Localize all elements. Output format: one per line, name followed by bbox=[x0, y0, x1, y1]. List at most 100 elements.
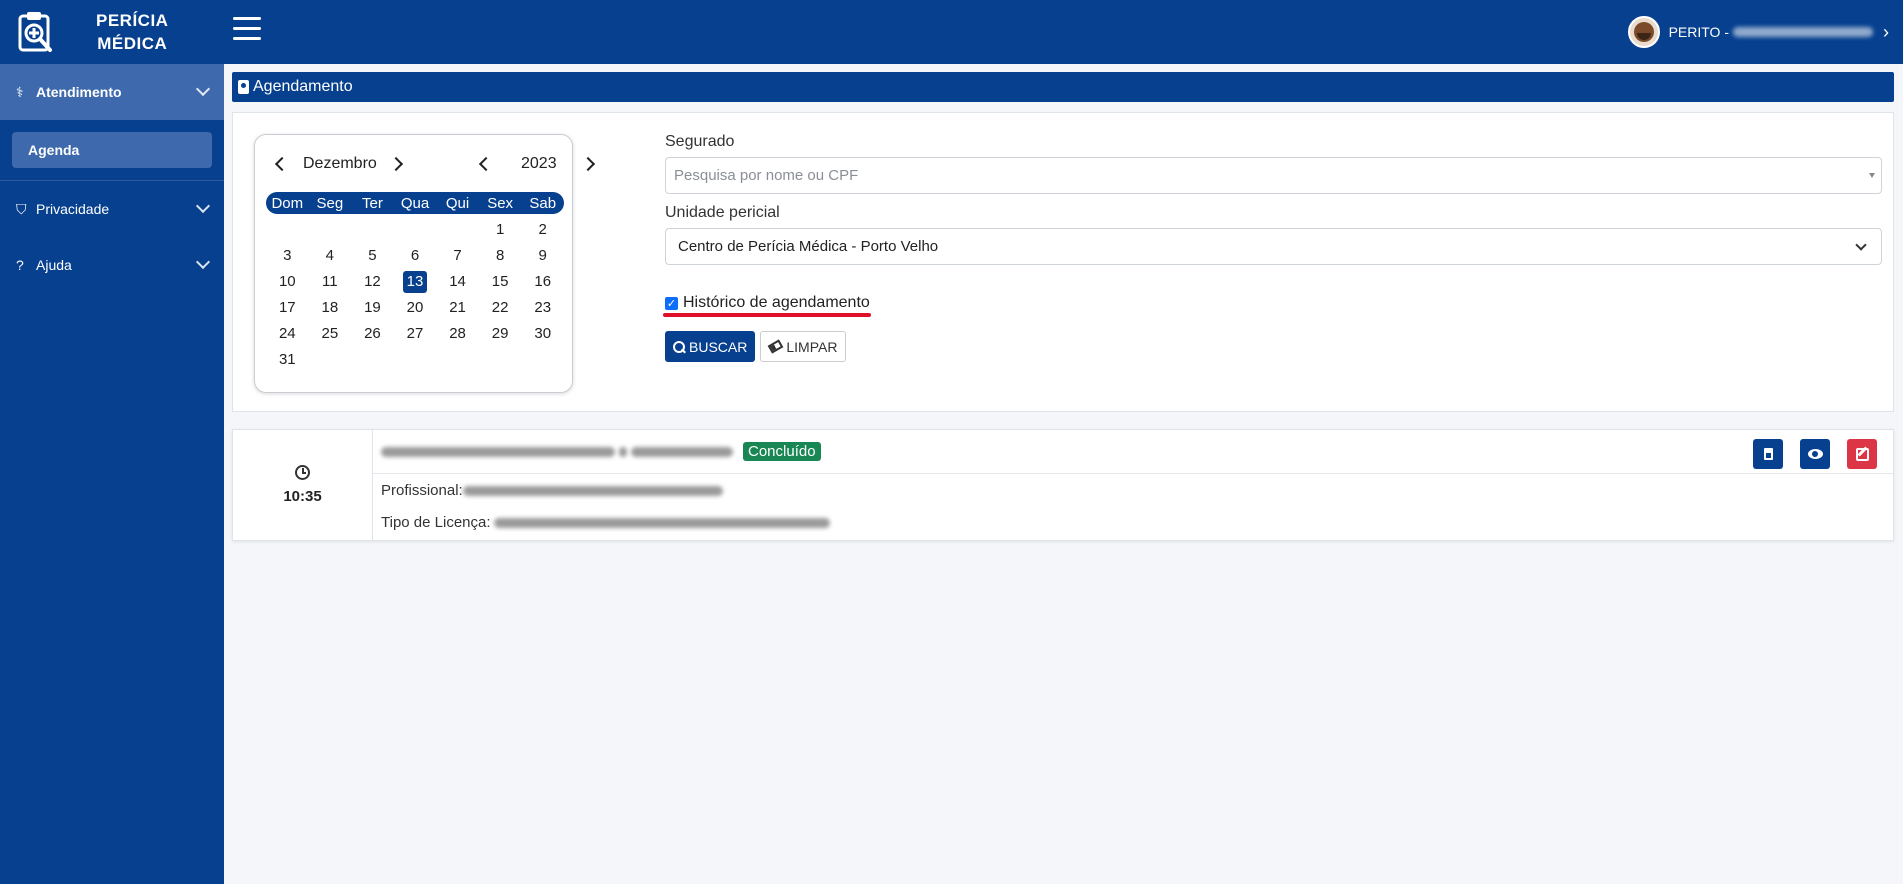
limpar-button[interactable]: LIMPAR bbox=[760, 331, 847, 362]
top-bar: PERÍCIA MÉDICA PERITO - › bbox=[0, 0, 1903, 64]
prev-year-icon[interactable] bbox=[478, 156, 494, 172]
appointment-time: 10:35 bbox=[283, 488, 322, 505]
calendar-day[interactable]: 29 bbox=[488, 323, 512, 345]
next-month-icon[interactable] bbox=[388, 156, 403, 172]
calendar-day[interactable]: 26 bbox=[360, 323, 384, 345]
sidebar-item-atendimento[interactable]: ⚕ Atendimento bbox=[0, 64, 224, 120]
weekday-label: Seg bbox=[316, 194, 344, 212]
eye-icon bbox=[1807, 449, 1823, 459]
licenca-value-redacted bbox=[493, 517, 830, 528]
limpar-label: LIMPAR bbox=[786, 338, 838, 355]
calendar-day-selected[interactable]: 13 bbox=[402, 271, 427, 293]
calendar-day[interactable]: 6 bbox=[403, 245, 427, 267]
licenca-row: Tipo de Licença: bbox=[381, 514, 830, 531]
sidebar-item-label: Ajuda bbox=[36, 257, 72, 273]
sidebar-item-ajuda[interactable]: ? Ajuda bbox=[0, 237, 224, 293]
segurado-placeholder: Pesquisa por nome ou CPF bbox=[674, 167, 859, 184]
app-logo[interactable]: PERÍCIA MÉDICA bbox=[0, 0, 224, 64]
search-icon bbox=[673, 340, 685, 353]
licenca-label: Tipo de Licença: bbox=[381, 514, 491, 531]
calendar-day[interactable]: 4 bbox=[318, 245, 342, 267]
calendar-day[interactable]: 30 bbox=[531, 323, 555, 345]
status-badge: Concluído bbox=[743, 442, 821, 461]
unidade-selected-value: Centro de Perícia Médica - Porto Velho bbox=[678, 238, 939, 255]
historico-checkbox[interactable]: ✓ bbox=[665, 296, 678, 310]
segurado-search-select[interactable]: Pesquisa por nome ou CPF bbox=[665, 157, 1882, 194]
calendar-day[interactable]: 25 bbox=[318, 323, 342, 345]
view-button[interactable] bbox=[1800, 439, 1830, 469]
calendar-day[interactable]: 7 bbox=[446, 245, 470, 267]
historico-checkbox-row[interactable]: ✓ Histórico de agendamento bbox=[663, 293, 1882, 317]
weekday-header: Dom Seg Ter Qua Qui Sex Sab bbox=[266, 192, 564, 214]
calendar-day[interactable]: 23 bbox=[531, 297, 555, 319]
unidade-label: Unidade pericial bbox=[665, 204, 780, 221]
caret-down-icon bbox=[1869, 173, 1875, 178]
weekday-label: Ter bbox=[362, 194, 383, 212]
page-title: Agendamento bbox=[253, 78, 353, 95]
eraser-icon bbox=[767, 339, 784, 354]
calendar-day[interactable]: 1 bbox=[488, 219, 512, 241]
calendar-day[interactable]: 22 bbox=[488, 297, 512, 319]
highlight-underline bbox=[663, 313, 871, 317]
sidebar-subitem-label: Agenda bbox=[28, 142, 80, 158]
calendar-day[interactable]: 3 bbox=[275, 245, 299, 267]
stethoscope-icon: ⚕ bbox=[16, 83, 24, 100]
next-year-icon[interactable] bbox=[580, 156, 595, 172]
calendar-days: 1 2 3 4 5 6 7 8 9 10 11 12 13 14 15 16 17 18 19 20 21 22 23 24 2… bbox=[266, 217, 564, 373]
avatar bbox=[1627, 16, 1660, 48]
calendar-day[interactable]: 31 bbox=[275, 349, 299, 371]
menu-toggle-icon[interactable] bbox=[233, 17, 261, 45]
calendar-day[interactable]: 10 bbox=[275, 271, 299, 293]
appointment-card: 10:35 Concluído Profissional: Tipo de Li… bbox=[232, 429, 1894, 541]
weekday-label: Dom bbox=[271, 194, 304, 212]
calendar-day[interactable]: 24 bbox=[275, 323, 299, 345]
calendar-day[interactable]: 28 bbox=[446, 323, 470, 345]
buscar-button[interactable]: BUSCAR bbox=[665, 331, 756, 362]
sidebar: ⚕ Atendimento Agenda ⛉ Privacidade ? Aju… bbox=[0, 64, 224, 884]
panel-header: Agendamento bbox=[232, 72, 1894, 102]
calendar-day[interactable]: 8 bbox=[488, 245, 512, 267]
sidebar-item-privacidade[interactable]: ⛉ Privacidade bbox=[0, 181, 224, 237]
calendar-day[interactable]: 27 bbox=[403, 323, 427, 345]
edit-button[interactable] bbox=[1847, 439, 1877, 469]
appointment-time-cell: 10:35 bbox=[233, 430, 373, 540]
calendar-day[interactable]: 16 bbox=[531, 271, 555, 293]
shield-icon: ⛉ bbox=[16, 200, 27, 217]
weekday-label: Sex bbox=[487, 194, 514, 212]
calendar-day[interactable]: 5 bbox=[360, 245, 384, 267]
calendar-day[interactable]: 20 bbox=[403, 297, 427, 319]
year-label: 2023 bbox=[521, 155, 557, 172]
document-button[interactable] bbox=[1753, 439, 1783, 469]
segurado-label: Segurado bbox=[665, 133, 735, 150]
calendar-day[interactable]: 14 bbox=[446, 271, 470, 293]
calendar-day[interactable]: 21 bbox=[446, 297, 470, 319]
patient-cpf-redacted bbox=[631, 446, 733, 457]
calendar-day[interactable]: 2 bbox=[531, 219, 555, 241]
sidebar-item-label: Atendimento bbox=[36, 84, 122, 100]
calendar-day[interactable]: 11 bbox=[318, 271, 342, 293]
prev-month-icon[interactable] bbox=[274, 156, 290, 172]
user-menu[interactable]: PERITO - › bbox=[1627, 16, 1889, 48]
month-nav: Dezembro bbox=[274, 153, 403, 175]
historico-label: Histórico de agendamento bbox=[683, 294, 870, 311]
calendar-day[interactable]: 15 bbox=[488, 271, 512, 293]
patient-name-redacted bbox=[381, 446, 615, 457]
calendar-day[interactable]: 12 bbox=[360, 271, 384, 293]
chevron-right-icon: › bbox=[1883, 21, 1889, 42]
chevron-down-icon bbox=[195, 81, 211, 97]
separator-redacted bbox=[619, 446, 627, 457]
profissional-row: Profissional: bbox=[381, 482, 723, 499]
contact-card-icon bbox=[238, 80, 249, 94]
calendar-day[interactable]: 17 bbox=[275, 297, 299, 319]
unidade-select[interactable]: Centro de Perícia Médica - Porto Velho bbox=[665, 228, 1882, 265]
buscar-label: BUSCAR bbox=[689, 338, 748, 355]
calendar-day[interactable]: 19 bbox=[360, 297, 384, 319]
sidebar-subitem-agenda[interactable]: Agenda bbox=[12, 132, 212, 168]
calendar-day[interactable]: 9 bbox=[531, 245, 555, 267]
profissional-label: Profissional: bbox=[381, 482, 463, 499]
chevron-down-icon bbox=[195, 198, 211, 214]
weekday-label: Qua bbox=[400, 194, 430, 212]
search-form: Segurado Pesquisa por nome ou CPF Unidad… bbox=[663, 133, 1882, 362]
user-role-label: PERITO - bbox=[1668, 24, 1729, 40]
calendar-day[interactable]: 18 bbox=[318, 297, 342, 319]
